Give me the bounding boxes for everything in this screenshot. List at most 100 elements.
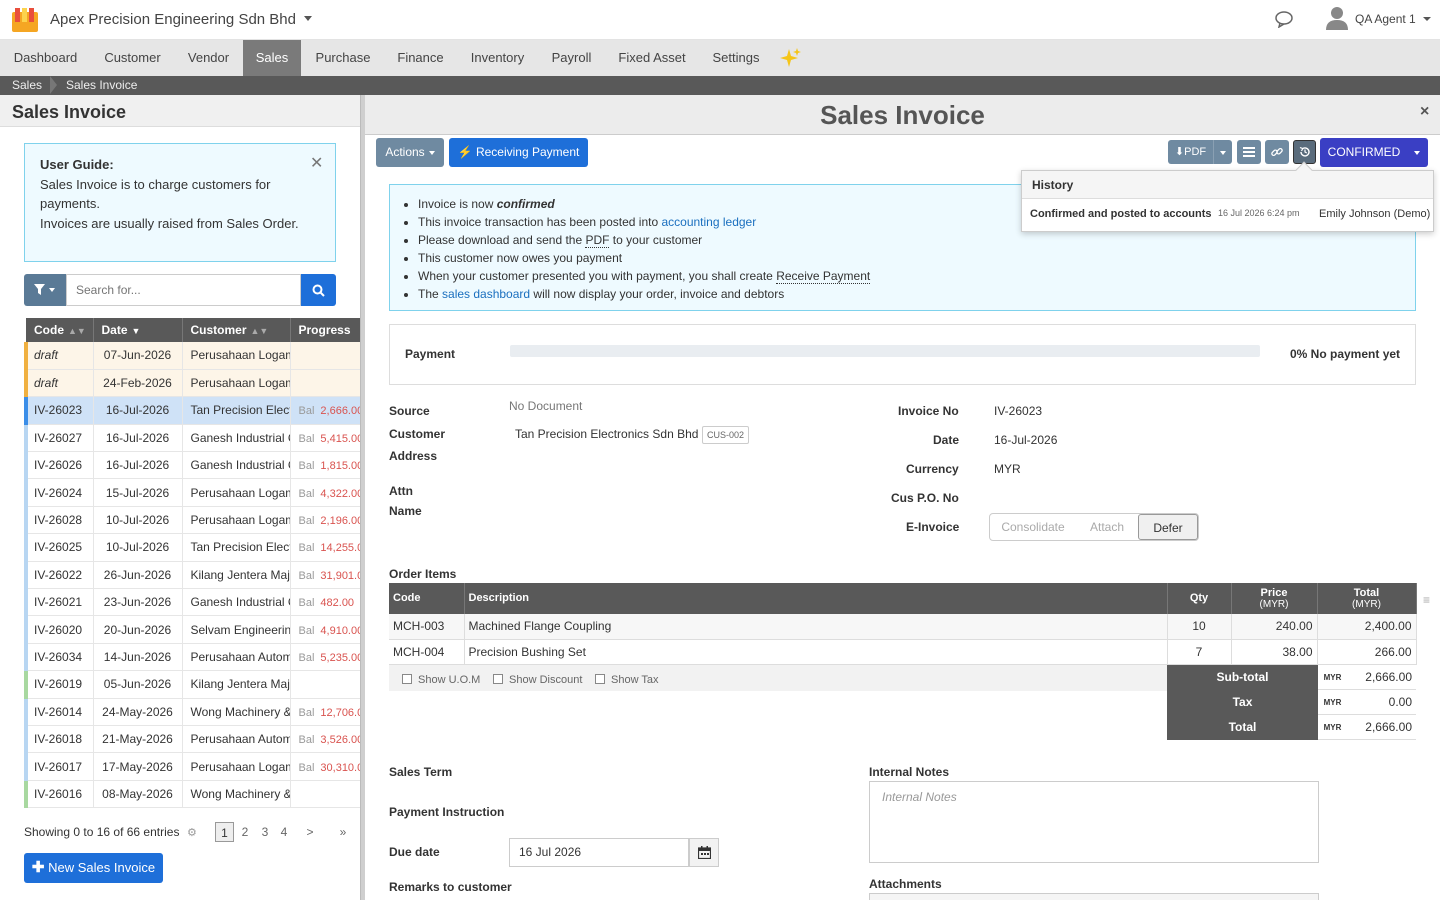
pdf-button[interactable]: ⬇PDF xyxy=(1168,140,1213,164)
new-sales-invoice-button[interactable]: ✚ New Sales Invoice xyxy=(24,853,163,883)
company-caret-icon[interactable] xyxy=(304,16,312,21)
row-code: IV-26020 xyxy=(24,615,94,644)
customer-value[interactable]: Tan Precision Electronics Sdn Bhd xyxy=(515,427,698,441)
nav-settings[interactable]: Settings xyxy=(700,40,772,76)
einvoice-attach[interactable]: Attach xyxy=(1076,514,1138,540)
col-customer[interactable]: Customer ▲▼ xyxy=(182,318,291,342)
table-row[interactable]: IV-26017 17-May-2026 Perusahaan Logam Bal 30… xyxy=(24,752,360,781)
guide-close-icon[interactable]: ✕ xyxy=(310,153,323,173)
close-icon[interactable]: × xyxy=(1420,103,1429,121)
col-date[interactable]: Date ▼ xyxy=(93,318,183,342)
table-row[interactable]: IV-2602616-Jul-2026Ganesh Industrial CoB… xyxy=(24,451,360,480)
history-button[interactable] xyxy=(1293,140,1316,164)
pdf-link[interactable]: PDF xyxy=(585,233,610,248)
row-code: IV-26018 xyxy=(24,725,94,754)
col-code[interactable]: Code ▲▼ xyxy=(26,318,94,342)
filter-button[interactable] xyxy=(24,274,66,306)
row-customer: Ganesh Industrial Co xyxy=(182,424,291,453)
accounting-ledger-link[interactable]: accounting ledger xyxy=(661,215,756,229)
breadcrumb-sales[interactable]: Sales xyxy=(12,76,42,95)
table-row[interactable]: IV-2601424-May-2026Wong Machinery & CoBa… xyxy=(24,698,360,726)
sparkle-icon[interactable] xyxy=(779,48,801,68)
order-item-row[interactable]: MCH-003 Machined Flange Coupling 10 240.… xyxy=(389,614,1417,640)
show-discount-checkbox[interactable]: Show Discount xyxy=(493,674,582,686)
sales-dashboard-link[interactable]: sales dashboard xyxy=(442,287,530,301)
nav-inventory[interactable]: Inventory xyxy=(456,40,539,76)
pdf-dropdown-button[interactable] xyxy=(1213,140,1232,164)
page-1[interactable]: 1 xyxy=(215,822,234,842)
page-next[interactable]: > xyxy=(304,822,316,842)
page-4[interactable]: 4 xyxy=(278,822,290,842)
table-row[interactable]: IV-2603414-Jun-2026Perusahaan AutomasiBa… xyxy=(24,643,360,672)
invoice-no-value: IV-26023 xyxy=(994,404,1043,418)
table-row[interactable]: IV-2602316-Jul-2026Tan Precision Electro… xyxy=(24,396,360,425)
nav-dashboard[interactable]: Dashboard xyxy=(0,40,91,76)
nav-payroll[interactable]: Payroll xyxy=(539,40,604,76)
link-button[interactable] xyxy=(1265,140,1289,164)
table-row[interactable]: IV-26020 20-Jun-2026 Selvam Engineering Bal… xyxy=(24,615,360,644)
user-avatar-icon[interactable] xyxy=(1326,6,1348,30)
nav-customer[interactable]: Customer xyxy=(91,40,174,76)
app-logo-icon[interactable] xyxy=(12,8,38,32)
table-row[interactable]: draft 24-Feb-2026 Perusahaan Logam xyxy=(24,369,360,398)
table-row[interactable]: IV-2602510-Jul-2026Tan Precision Electro… xyxy=(24,533,360,562)
col-progress[interactable]: Progress xyxy=(290,318,360,342)
table-row[interactable]: IV-2602716-Jul-2026Ganesh Industrial CoB… xyxy=(24,424,360,453)
nav-sales[interactable]: Sales xyxy=(243,40,301,76)
calendar-button[interactable] xyxy=(689,838,719,867)
customer-label: Customer xyxy=(389,427,446,441)
customer-code-badge: CUS-002 xyxy=(702,426,750,444)
item-description: Machined Flange Coupling xyxy=(464,614,1168,640)
search-input[interactable] xyxy=(66,274,301,306)
page-last[interactable]: » xyxy=(337,822,349,842)
nav-fixed-asset[interactable]: Fixed Asset xyxy=(604,40,700,76)
company-name[interactable]: Apex Precision Engineering Sdn Bhd xyxy=(50,11,296,28)
user-caret-icon[interactable] xyxy=(1423,17,1431,21)
search-button[interactable] xyxy=(301,274,336,306)
row-code: IV-26024 xyxy=(24,478,94,507)
confirmed-status-button[interactable]: CONFIRMED xyxy=(1320,138,1428,167)
chat-icon[interactable] xyxy=(1274,10,1294,28)
row-customer: Perusahaan Automasi xyxy=(182,643,291,672)
einvoice-segmented-control: Consolidate Attach Defer xyxy=(989,513,1199,541)
order-item-row[interactable]: MCH-004 Precision Bushing Set 7 38.00 26… xyxy=(389,639,1417,665)
actions-button[interactable]: Actions xyxy=(376,138,444,167)
nav-vendor[interactable]: Vendor xyxy=(174,40,243,76)
date-value: 16-Jul-2026 xyxy=(994,433,1058,447)
source-value: No Document xyxy=(509,399,583,413)
table-row[interactable]: IV-26028 10-Jul-2026 Perusahaan Logam Bal 2,… xyxy=(24,506,360,535)
invoice-table: Code ▲▼ Date ▼ Customer ▲▼ Progress draft 07… xyxy=(24,318,360,811)
sort-icon: ▲▼ xyxy=(250,326,269,336)
list-view-button[interactable] xyxy=(1237,140,1261,164)
table-row[interactable]: IV-26022 26-Jun-2026 Kilang Jentera Maju Ba… xyxy=(24,561,360,590)
show-uom-checkbox[interactable]: Show U.O.M xyxy=(402,674,480,686)
due-date-input[interactable]: 16 Jul 2026 xyxy=(509,838,689,867)
nav-purchase[interactable]: Purchase xyxy=(301,40,385,76)
table-menu-icon[interactable]: ≡ xyxy=(1423,593,1430,607)
guide-title: User Guide: xyxy=(40,157,114,172)
einvoice-consolidate[interactable]: Consolidate xyxy=(990,514,1076,540)
receive-payment-link[interactable]: Receive Payment xyxy=(776,269,871,284)
user-name[interactable]: QA Agent 1 xyxy=(1355,12,1416,26)
show-tax-checkbox[interactable]: Show Tax xyxy=(595,674,659,686)
row-date: 16-Jul-2026 xyxy=(93,451,183,480)
internal-notes-label: Internal Notes xyxy=(869,765,950,779)
balance-value: 2,196.00 xyxy=(320,515,360,528)
table-row[interactable]: draft 07-Jun-2026 Perusahaan Logam xyxy=(24,342,360,370)
receiving-payment-button[interactable]: ⚡ Receiving Payment xyxy=(449,138,588,167)
einvoice-defer[interactable]: Defer xyxy=(1138,514,1198,540)
page-3[interactable]: 3 xyxy=(259,822,271,842)
table-row[interactable]: IV-26024 15-Jul-2026 Perusahaan Logam Bal 4,… xyxy=(24,478,360,507)
invoice-detail-panel: Sales Invoice × Actions ⚡ Receiving Paym… xyxy=(365,95,1440,900)
attachments-dropzone[interactable] xyxy=(869,893,1319,900)
table-row[interactable]: IV-2602123-Jun-2026Ganesh Industrial CoB… xyxy=(24,588,360,617)
table-row[interactable]: IV-2601608-May-2026Wong Machinery & Co xyxy=(24,780,360,809)
table-row[interactable]: IV-2601821-May-2026Perusahaan AutomasiBa… xyxy=(24,725,360,754)
checkbox-icon xyxy=(595,674,605,684)
attn-label: Attn xyxy=(389,484,413,498)
page-2[interactable]: 2 xyxy=(239,822,251,842)
table-row[interactable]: IV-26019 05-Jun-2026 Kilang Jentera Maju xyxy=(24,670,360,699)
internal-notes-textarea[interactable]: Internal Notes xyxy=(869,781,1319,863)
breadcrumb-sales-invoice[interactable]: Sales Invoice xyxy=(66,76,137,95)
nav-finance[interactable]: Finance xyxy=(385,40,456,76)
